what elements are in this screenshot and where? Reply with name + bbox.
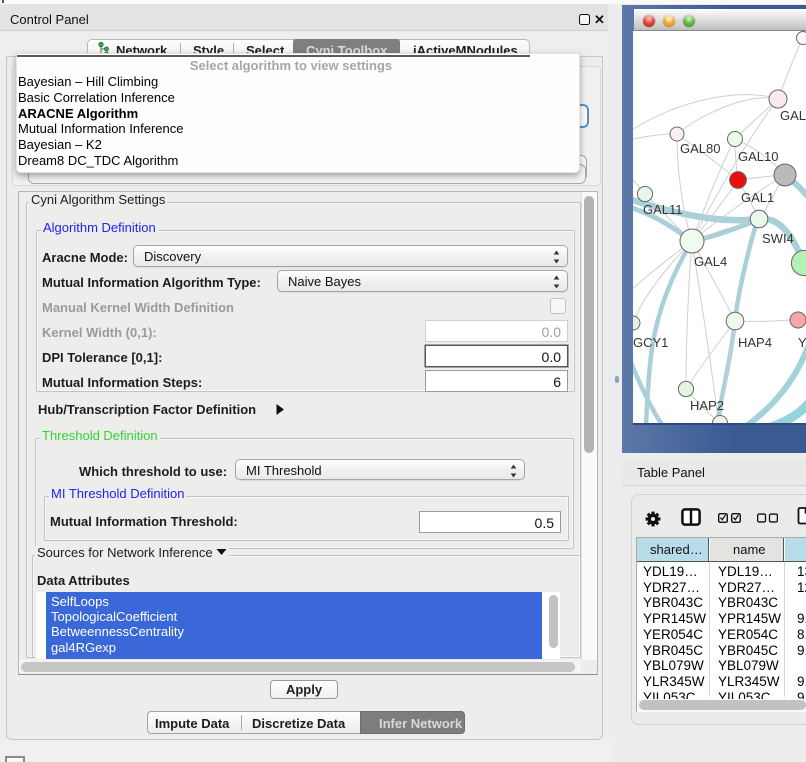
svg-text:GAL: GAL — [780, 108, 806, 123]
svg-text:SWI4: SWI4 — [762, 231, 794, 246]
svg-text:GAL1: GAL1 — [741, 190, 774, 205]
svg-text:GAL10: GAL10 — [738, 149, 778, 164]
svg-text:GAL80: GAL80 — [680, 141, 720, 156]
svg-text:Y: Y — [798, 335, 806, 350]
svg-text:GCY1: GCY1 — [633, 335, 668, 350]
svg-text:GAL4: GAL4 — [694, 254, 727, 269]
svg-text:GAL11: GAL11 — [643, 202, 683, 217]
svg-text:HAP2: HAP2 — [690, 398, 724, 413]
svg-text:HAP4: HAP4 — [738, 335, 772, 350]
